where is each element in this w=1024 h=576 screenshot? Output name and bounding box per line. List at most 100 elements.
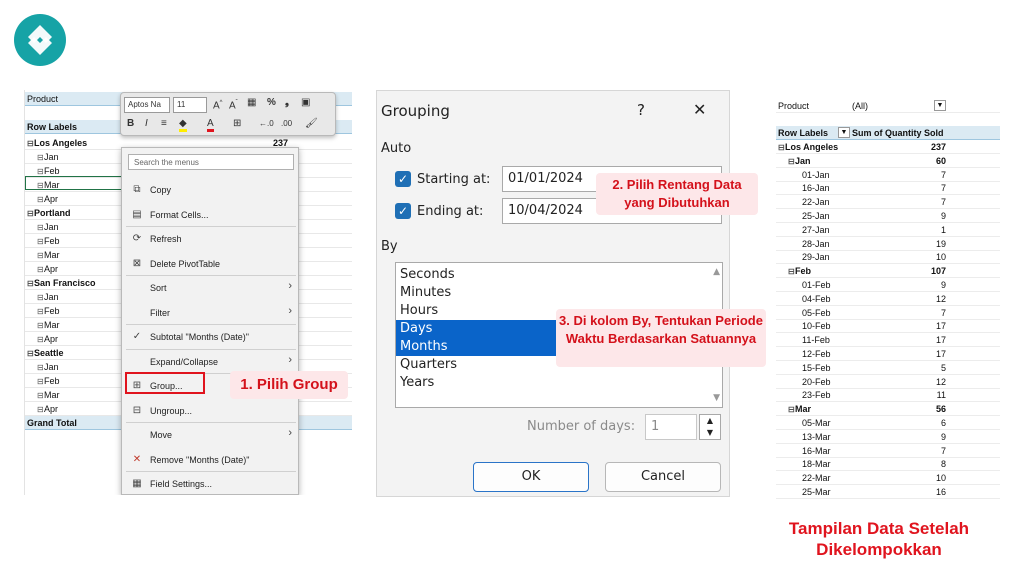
menu-item-format-cells[interactable]: ▤ Format Cells...: [122, 205, 300, 225]
collapse-icon[interactable]: ⊟: [37, 265, 44, 274]
pivot-row[interactable]: ⊟Seattle: [27, 348, 64, 358]
result-row[interactable]: 01-Jan 7: [776, 168, 1000, 182]
result-row[interactable]: 25-Jan 9: [776, 209, 1000, 223]
comma-icon[interactable]: ❟: [285, 96, 289, 110]
result-row[interactable]: ⊟Jan 60: [776, 154, 1000, 168]
menu-item-sort[interactable]: Sort ›: [122, 278, 300, 298]
by-option[interactable]: Seconds: [396, 266, 706, 284]
days-input[interactable]: 1: [645, 414, 697, 440]
ending-checkbox[interactable]: ✓: [395, 203, 411, 219]
cancel-button[interactable]: Cancel: [605, 462, 721, 492]
pivot-row[interactable]: ⊟Feb: [37, 236, 60, 246]
pivot-row[interactable]: ⊟Apr: [37, 194, 58, 204]
collapse-icon[interactable]: ⊟: [37, 335, 44, 344]
pivot-row[interactable]: ⊟Mar: [37, 250, 60, 260]
menu-search-input[interactable]: Search the menus: [128, 154, 294, 170]
collapse-icon[interactable]: ⊟: [37, 195, 44, 204]
menu-item-field-settings[interactable]: ▦ Field Settings...: [122, 474, 300, 494]
collapse-icon[interactable]: ⊟: [37, 307, 44, 316]
by-option[interactable]: Years: [396, 374, 706, 392]
font-color-icon[interactable]: A: [207, 117, 214, 132]
result-row[interactable]: 16-Jan 7: [776, 181, 1000, 196]
pivot-row[interactable]: ⊟Apr: [37, 404, 58, 414]
pivot-row[interactable]: ⊟Feb: [37, 376, 60, 386]
close-icon[interactable]: ✕: [693, 100, 706, 119]
pivot-row[interactable]: ⊟Feb: [37, 306, 60, 316]
menu-item-delete-pivottable[interactable]: ⊠ Delete PivotTable: [122, 254, 300, 274]
font-name-box[interactable]: Aptos Na: [124, 97, 170, 113]
result-row[interactable]: 12-Feb 17: [776, 347, 1000, 361]
italic-icon[interactable]: I: [145, 117, 148, 131]
scroll-up-icon[interactable]: ▲: [713, 267, 720, 277]
decrease-font-icon[interactable]: Aˇ: [229, 96, 238, 113]
pivot-row[interactable]: ⊟Apr: [37, 264, 58, 274]
fill-color-icon[interactable]: ◆: [179, 117, 187, 132]
collapse-icon[interactable]: ⊟: [37, 377, 44, 386]
pivot-row[interactable]: ⊟Jan: [37, 222, 59, 232]
menu-item-filter[interactable]: Filter ›: [122, 303, 300, 323]
grand-total-row[interactable]: Grand Total: [27, 418, 77, 428]
result-row[interactable]: 13-Mar 9: [776, 430, 1000, 444]
borders-icon[interactable]: ⊞: [233, 117, 241, 131]
collapse-icon[interactable]: ⊟: [27, 139, 34, 148]
format-table-icon[interactable]: ▣: [301, 96, 310, 110]
pivot-row[interactable]: ⊟Jan: [37, 292, 59, 302]
result-row[interactable]: 04-Feb 12: [776, 292, 1000, 306]
collapse-icon[interactable]: ⊟: [37, 391, 44, 400]
result-row[interactable]: 11-Feb 17: [776, 333, 1000, 348]
collapse-icon[interactable]: ⊟: [37, 251, 44, 260]
collapse-icon[interactable]: ⊟: [37, 363, 44, 372]
result-filter-value[interactable]: (All): [852, 101, 868, 111]
result-row[interactable]: 25-Mar 16: [776, 485, 1000, 499]
collapse-icon[interactable]: ⊟: [37, 405, 44, 414]
menu-item-move[interactable]: Move ›: [122, 425, 300, 445]
result-row[interactable]: 18-Mar 8: [776, 457, 1000, 472]
pivot-row[interactable]: ⊟Mar: [37, 320, 60, 330]
menu-item-subtotal-months-date[interactable]: ✓ Subtotal "Months (Date)": [122, 327, 300, 347]
collapse-icon[interactable]: ⊟: [788, 157, 795, 166]
starting-checkbox[interactable]: ✓: [395, 171, 411, 187]
result-row[interactable]: 10-Feb 17: [776, 319, 1000, 334]
result-row[interactable]: 22-Mar 10: [776, 471, 1000, 486]
result-row[interactable]: 22-Jan 7: [776, 195, 1000, 210]
menu-item-ungroup[interactable]: ⊟ Ungroup...: [122, 401, 300, 421]
result-row[interactable]: 05-Feb 7: [776, 306, 1000, 320]
menu-item-copy[interactable]: ⧉ Copy: [122, 180, 300, 200]
collapse-icon[interactable]: ⊟: [37, 237, 44, 246]
collapse-icon[interactable]: ⊟: [788, 405, 795, 414]
pivot-row[interactable]: ⊟Feb: [37, 166, 60, 176]
collapse-icon[interactable]: ⊟: [37, 153, 44, 162]
result-row[interactable]: 20-Feb 12: [776, 375, 1000, 389]
filter-dropdown-icon[interactable]: ▼: [934, 100, 946, 111]
days-spinner[interactable]: ▲ ▼: [699, 414, 721, 440]
menu-item-remove-months-date[interactable]: ✕ Remove "Months (Date)": [122, 450, 300, 470]
align-icon[interactable]: ≡: [161, 117, 167, 131]
result-row[interactable]: 28-Jan 19: [776, 237, 1000, 251]
collapse-icon[interactable]: ⊟: [778, 143, 785, 152]
result-row[interactable]: 29-Jan 10: [776, 250, 1000, 265]
collapse-icon[interactable]: ⊟: [27, 349, 34, 358]
result-row[interactable]: 01-Feb 9: [776, 278, 1000, 292]
result-row[interactable]: ⊟Feb 107: [776, 264, 1000, 279]
pivot-row[interactable]: ⊟Jan: [37, 152, 59, 162]
pivot-row[interactable]: ⊟Mar: [37, 390, 60, 400]
format-painter-icon[interactable]: 🖌: [305, 117, 318, 131]
result-row[interactable]: 05-Mar 6: [776, 416, 1000, 430]
collapse-icon[interactable]: ⊟: [37, 321, 44, 330]
collapse-icon[interactable]: ⊟: [27, 209, 34, 218]
collapse-icon[interactable]: ⊟: [788, 267, 795, 276]
result-row[interactable]: 15-Feb 5: [776, 361, 1000, 375]
pivot-row[interactable]: ⊟Apr: [37, 334, 58, 344]
pivot-row[interactable]: ⊟San Francisco: [27, 278, 96, 288]
help-icon[interactable]: ?: [637, 101, 645, 119]
percent-icon[interactable]: %: [267, 96, 276, 110]
collapse-icon[interactable]: ⊟: [37, 167, 44, 176]
result-row[interactable]: ⊟Los Angeles 237: [776, 140, 1000, 154]
menu-item-expand-collapse[interactable]: Expand/Collapse ›: [122, 352, 300, 372]
ok-button[interactable]: OK: [473, 462, 589, 492]
by-option[interactable]: Minutes: [396, 284, 706, 302]
pivot-row[interactable]: ⊟Jan: [37, 362, 59, 372]
collapse-icon[interactable]: ⊟: [27, 279, 34, 288]
number-format-icon[interactable]: ▦: [247, 96, 256, 110]
row-labels-dropdown-icon[interactable]: ▼: [838, 127, 850, 138]
